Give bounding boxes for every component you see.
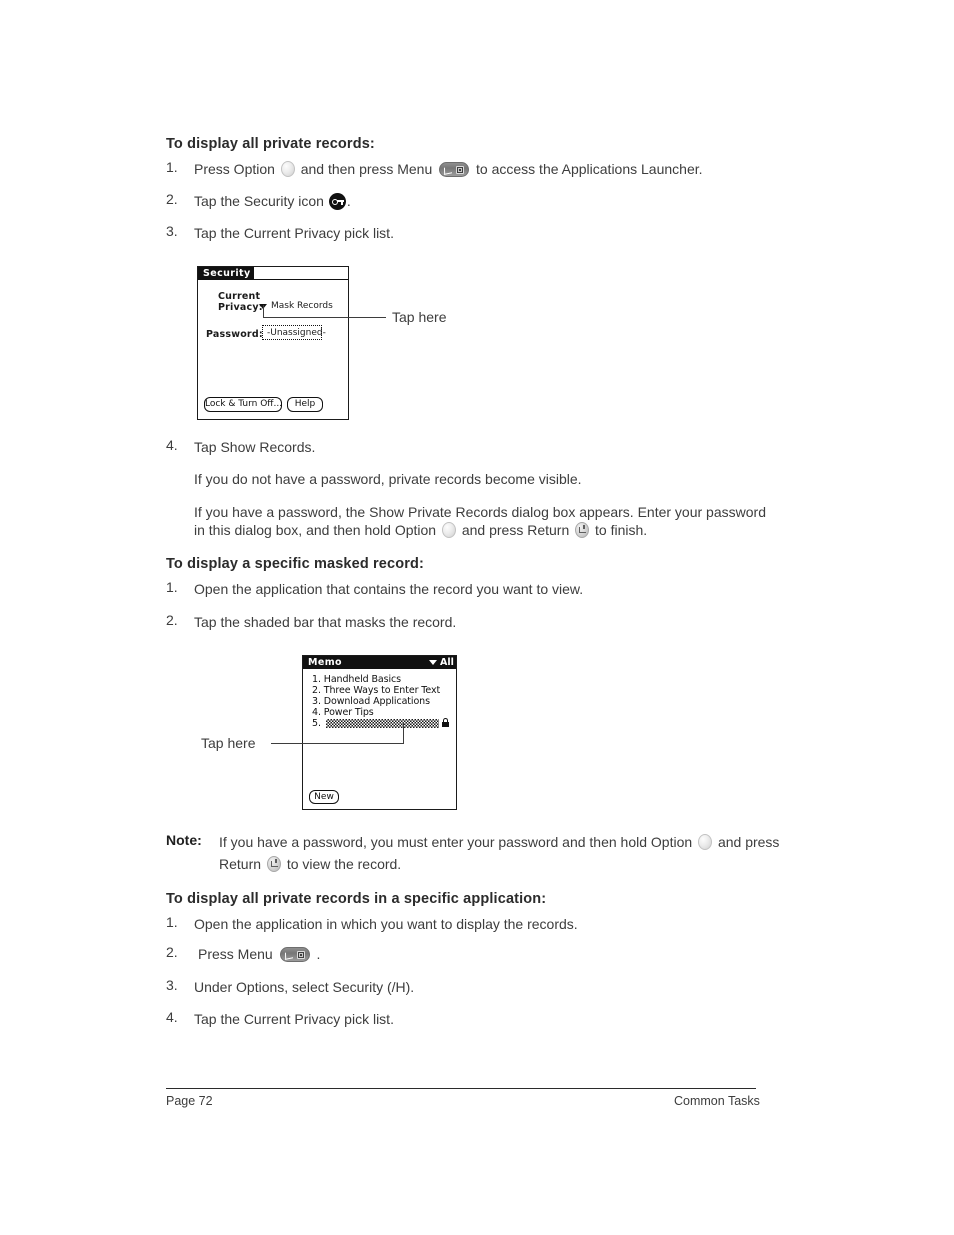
- callout-leader-horizontal: [271, 743, 404, 744]
- footer-page-number: Page 72: [166, 1094, 213, 1108]
- memo-title: Memo: [303, 656, 346, 669]
- note-text-view-record: to view the record.: [286, 856, 402, 872]
- step-2-tap-shaded-bar: Tap the shaded bar that masks the record…: [194, 614, 457, 630]
- step-4-tap-current-privacy: Tap the Current Privacy pick list.: [194, 1011, 394, 1027]
- step-number: 4.: [166, 437, 178, 453]
- step-number: 2.: [166, 191, 178, 207]
- step-number: 1.: [166, 159, 178, 175]
- paragraph-text-press-return: and press Return: [461, 522, 570, 538]
- password-label: Password:: [206, 329, 263, 340]
- security-title: Security: [198, 267, 254, 280]
- masked-row-number: 5.: [312, 718, 321, 729]
- step-4-tap-show-records: Tap Show Records.: [194, 439, 316, 455]
- section-heading-all-private-records: To display all private records:: [166, 136, 375, 152]
- note-text-return: Return: [219, 856, 262, 872]
- lock-and-turn-off-button[interactable]: Lock & Turn Off...: [204, 397, 282, 412]
- memo-category-picker[interactable]: All: [440, 657, 454, 668]
- password-value[interactable]: -Unassigned-: [267, 328, 326, 338]
- lock-icon: [442, 718, 449, 727]
- step-1-open-application-specific: Open the application in which you want t…: [194, 916, 578, 932]
- step-3-tap-current-privacy: Tap the Current Privacy pick list.: [194, 225, 394, 241]
- list-item[interactable]: 3. Download Applications: [312, 696, 430, 707]
- step-number: 2.: [166, 612, 178, 628]
- return-key-icon: [266, 856, 281, 872]
- list-item[interactable]: 4. Power Tips: [312, 707, 374, 718]
- callout-tap-here-memo: Tap here: [201, 735, 256, 751]
- callout-leader-vertical: [403, 722, 404, 743]
- section-heading-specific-application: To display all private records in a spec…: [166, 891, 547, 907]
- step-1-open-application: Open the application that contains the r…: [194, 581, 584, 597]
- list-item[interactable]: 2. Three Ways to Enter Text: [312, 685, 440, 696]
- step-text-access-launcher: to access the Applications Launcher.: [476, 161, 703, 177]
- step-text-press-menu: Press Menu: [198, 946, 273, 962]
- step-number: 4.: [166, 1009, 178, 1025]
- note-line1: If you have a password, you must enter y…: [219, 832, 779, 853]
- current-privacy-label-line2: Privacy:: [218, 302, 263, 313]
- masked-record-bar[interactable]: [326, 719, 439, 728]
- security-dialog-screenshot: Security Current Privacy: Mask Records P…: [197, 266, 349, 420]
- current-privacy-label-line1: Current: [218, 291, 261, 302]
- step-number: 3.: [166, 223, 178, 239]
- paragraph-no-password: If you do not have a password, private r…: [194, 471, 582, 487]
- callout-leader-horizontal: [263, 317, 386, 318]
- option-key-icon: [280, 161, 295, 177]
- section-heading-specific-masked-record: To display a specific masked record:: [166, 556, 424, 572]
- note-line2: Return to view the record.: [219, 854, 401, 875]
- footer-divider: [166, 1088, 756, 1090]
- current-privacy-value[interactable]: Mask Records: [271, 301, 333, 311]
- footer-section-title: Common Tasks: [674, 1094, 760, 1108]
- paragraph-text-hold-option: in this dialog box, and then hold Option: [194, 522, 437, 538]
- step-number: 1.: [166, 579, 178, 595]
- list-item[interactable]: 1. Handheld Basics: [312, 674, 401, 685]
- step-number: 3.: [166, 977, 178, 993]
- step-number: 1.: [166, 914, 178, 930]
- chevron-down-icon[interactable]: [429, 660, 437, 665]
- step-text-tap-security: Tap the Security icon: [194, 193, 324, 209]
- step-text-press-menu: and then press Menu: [300, 161, 433, 177]
- note-text-and-press: and press: [717, 834, 780, 850]
- new-memo-button[interactable]: New: [309, 790, 339, 804]
- return-key-icon: [575, 522, 590, 538]
- menu-key-icon: [279, 947, 310, 962]
- paragraph-text-to-finish: to finish.: [595, 522, 648, 538]
- step-number: 2.: [166, 944, 178, 960]
- menu-key-icon: [439, 162, 470, 177]
- note-label: Note:: [166, 832, 202, 848]
- step-2-tap-security-icon: Tap the Security icon .: [194, 191, 351, 212]
- help-button[interactable]: Help: [287, 397, 323, 412]
- note-text-password: If you have a password, you must enter y…: [219, 834, 693, 850]
- security-key-icon: [328, 193, 346, 210]
- option-key-icon: [698, 834, 713, 850]
- step-text-period: .: [346, 193, 351, 209]
- step-text-period: .: [316, 946, 321, 962]
- memo-app-screenshot: Memo All 1. Handheld Basics 2. Three Way…: [302, 655, 457, 810]
- document-page: To display all private records: 1. Press…: [0, 0, 954, 1235]
- option-key-icon: [441, 522, 456, 538]
- step-2-press-menu: Press Menu .: [198, 944, 320, 965]
- step-3-under-options-security: Under Options, select Security (/H).: [194, 979, 415, 995]
- step-text-press-option: Press Option: [194, 161, 275, 177]
- step-1-press-option-menu: Press Option and then press Menu to acce…: [194, 159, 703, 180]
- callout-tap-here-security: Tap here: [392, 309, 447, 325]
- paragraph-with-password-line2: in this dialog box, and then hold Option…: [194, 520, 647, 541]
